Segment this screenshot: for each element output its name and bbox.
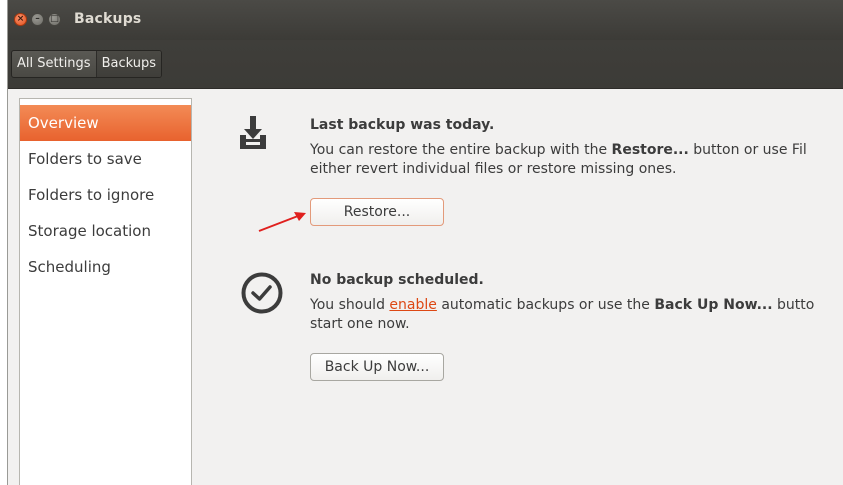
toolbar: All Settings Backups — [8, 40, 843, 89]
breadcrumb-all-settings[interactable]: All Settings — [12, 51, 96, 77]
breadcrumb-backups[interactable]: Backups — [95, 51, 162, 77]
red-arrow-icon — [258, 212, 306, 232]
schedule-status-text: You should — [310, 297, 390, 313]
breadcrumb: All Settings Backups — [11, 50, 163, 78]
backup-status-text: You can restore the entire backup with t… — [310, 142, 612, 158]
close-icon: × — [16, 14, 25, 24]
close-window-button[interactable]: × — [14, 13, 27, 26]
restore-button[interactable]: Restore... — [310, 198, 444, 226]
sidebar-item-scheduling[interactable]: Scheduling — [20, 249, 191, 285]
schedule-status-description-line2: start one now. — [310, 316, 410, 332]
sidebar-item-storage-location[interactable]: Storage location — [20, 213, 191, 249]
schedule-status-description-line1: You should enable automatic backups or u… — [310, 296, 814, 315]
backup-status-heading: Last backup was today. — [310, 117, 495, 133]
schedule-status-text-mid: automatic backups or use the — [436, 297, 655, 313]
clock-icon — [241, 272, 283, 314]
back-up-now-button[interactable]: Back Up Now... — [310, 353, 444, 381]
window-title: Backups — [74, 11, 142, 27]
backups-window: × – □ Backups All Settings Backups Overv… — [7, 0, 843, 485]
sidebar-item-folders-to-save[interactable]: Folders to save — [20, 141, 191, 177]
backup-status-description-line1: You can restore the entire backup with t… — [310, 141, 807, 160]
title-bar: × – □ Backups — [8, 0, 843, 40]
enable-link[interactable]: enable — [389, 297, 436, 313]
sidebar-item-folders-to-ignore[interactable]: Folders to ignore — [20, 177, 191, 213]
back-up-now-emphasis: Back Up Now... — [654, 297, 773, 313]
backup-status-text-tail: button or use Fil — [688, 142, 807, 158]
schedule-status-heading: No backup scheduled. — [310, 272, 484, 288]
sidebar: Overview Folders to save Folders to igno… — [19, 98, 192, 485]
maximize-window-button[interactable]: □ — [48, 13, 61, 26]
restore-emphasis: Restore... — [611, 142, 689, 158]
minimize-icon: – — [35, 14, 40, 24]
backup-status-description-line2: either revert individual files or restor… — [310, 161, 677, 177]
download-tray-icon — [240, 116, 266, 149]
sidebar-item-overview[interactable]: Overview — [20, 105, 191, 141]
overview-content: Last backup was today. You can restore t… — [198, 88, 843, 485]
maximize-icon: □ — [50, 14, 59, 24]
minimize-window-button[interactable]: – — [31, 13, 44, 26]
schedule-status-text-tail: butto — [772, 297, 815, 313]
